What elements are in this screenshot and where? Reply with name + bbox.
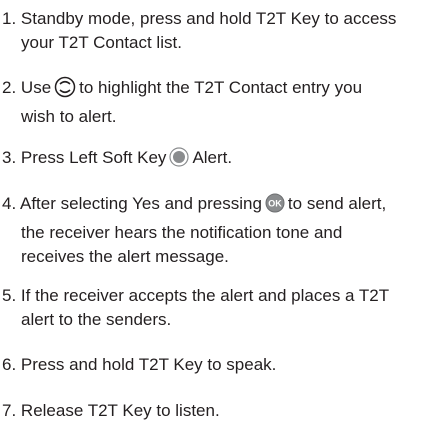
step-4-line-2: the receiver hears the notification tone… [21, 223, 343, 242]
step-3: 3. Press Left Soft Key Alert. [2, 146, 442, 175]
step-2-line-1: 2. Use to highlight the T2T Contact entry… [2, 76, 442, 105]
step-7-line-1: 7. Release T2T Key to listen. [2, 399, 442, 423]
step-4-text-pre: After selecting Yes and pressing [19, 194, 262, 213]
left-soft-key-icon [168, 146, 190, 175]
step-4-number: 4. [2, 194, 17, 213]
step-7-number: 7. [2, 401, 17, 420]
step-1-line-2: your T2T Contact list. [21, 33, 182, 52]
step-2-text-post: to highlight the T2T Contact entry you [79, 78, 363, 97]
step-5-line-1: 5. If the receiver accepts the alert and… [2, 284, 442, 308]
navigation-key-icon [53, 76, 77, 105]
step-2-line-2: wish to alert. [21, 107, 117, 126]
step-6-line-1: 6. Press and hold T2T Key to speak. [2, 353, 442, 377]
step-3-line-1: 3. Press Left Soft Key Alert. [2, 146, 442, 175]
step-4: 4. After selecting Yes and pressing OK to … [2, 192, 442, 269]
step-7-text: Release T2T Key to listen. [20, 401, 220, 420]
step-5: 5. If the receiver accepts the alert and… [2, 284, 442, 332]
step-7: 7. Release T2T Key to listen. [2, 399, 442, 423]
step-1-number: 1. [2, 9, 17, 28]
step-1-line-1: 1. Standby mode, press and hold T2T Key … [2, 7, 442, 31]
step-2: 2. Use to highlight the T2T Contact entry… [2, 76, 442, 129]
step-5-number: 5. [2, 286, 17, 305]
step-4-line-1: 4. After selecting Yes and pressing OK to … [2, 192, 442, 221]
step-1: 1. Standby mode, press and hold T2T Key … [2, 7, 442, 55]
step-6-number: 6. [2, 355, 17, 374]
ok-key-icon: OK [264, 192, 286, 221]
step-3-number: 3. [2, 148, 17, 167]
step-2-number: 2. [2, 78, 17, 97]
instruction-page: 1. Standby mode, press and hold T2T Key … [0, 0, 444, 427]
step-1-text: Standby mode, press and hold T2T Key to … [20, 9, 397, 28]
step-3-text-post: Alert. [192, 148, 233, 167]
ok-key-label: OK [268, 199, 282, 209]
step-2-text-pre: Use [20, 78, 52, 97]
step-3-text-pre: Press Left Soft Key [20, 148, 167, 167]
step-5-text: If the receiver accepts the alert and pl… [20, 286, 390, 305]
step-4-text-post: to send alert, [287, 194, 387, 213]
step-6: 6. Press and hold T2T Key to speak. [2, 353, 442, 377]
step-4-line-3: receives the alert message. [21, 247, 229, 266]
step-6-text: Press and hold T2T Key to speak. [20, 355, 277, 374]
step-5-line-2: alert to the senders. [21, 310, 172, 329]
